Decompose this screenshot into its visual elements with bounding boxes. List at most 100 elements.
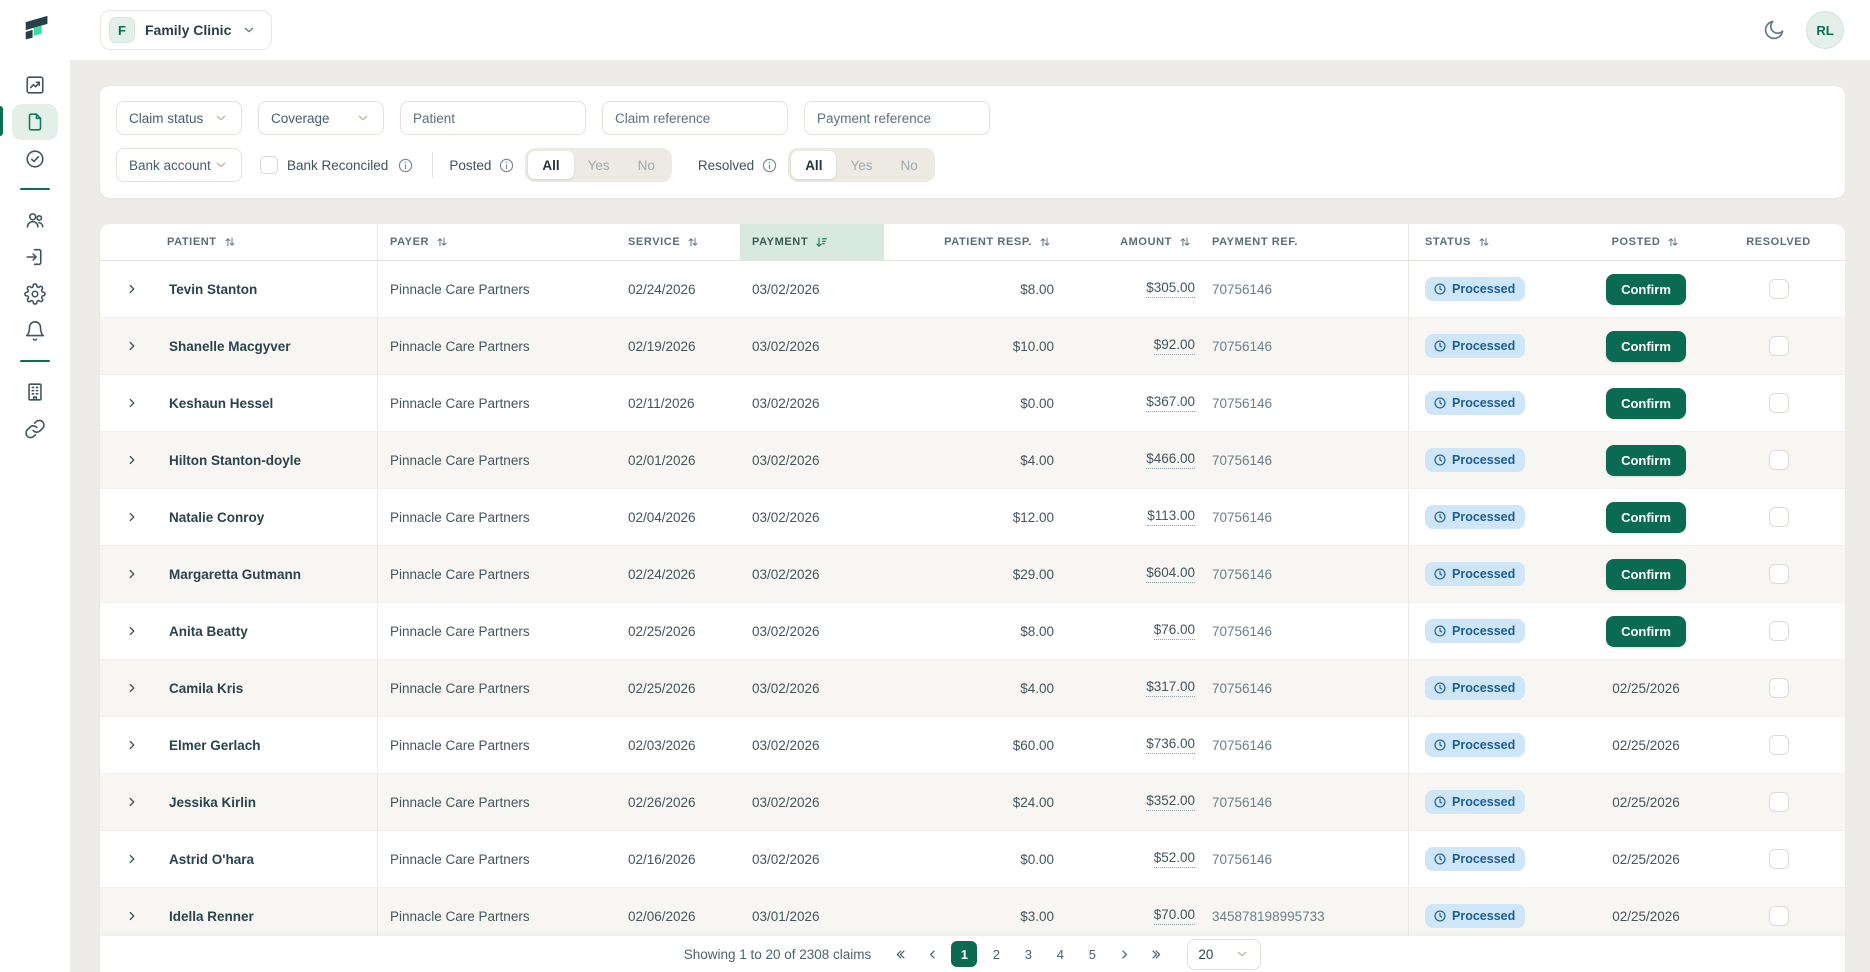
bank-account-select[interactable]: Bank account bbox=[116, 148, 242, 182]
row-expand-button[interactable] bbox=[119, 618, 145, 644]
row-expand-button[interactable] bbox=[119, 846, 145, 872]
chevron-right-icon bbox=[125, 396, 139, 410]
patient-name: Jessika Kirlin bbox=[169, 795, 256, 810]
posted-segment-option-yes[interactable]: Yes bbox=[574, 151, 624, 179]
column-header-payer[interactable]: PAYER bbox=[378, 224, 616, 260]
page-size-select[interactable]: 20 bbox=[1187, 939, 1261, 970]
chevron-down-icon bbox=[1234, 946, 1250, 962]
next-page-button[interactable] bbox=[1111, 941, 1137, 967]
resolved-checkbox[interactable] bbox=[1769, 279, 1789, 299]
posted-segment-option-no[interactable]: No bbox=[624, 151, 669, 179]
row-expand-button[interactable] bbox=[119, 390, 145, 416]
sidebar-item-settings[interactable] bbox=[0, 275, 70, 312]
payer-cell: Pinnacle Care Partners bbox=[378, 318, 616, 374]
service-date-cell: 02/25/2026 bbox=[616, 603, 740, 659]
resolved-checkbox[interactable] bbox=[1769, 393, 1789, 413]
chevron-right-icon bbox=[125, 510, 139, 524]
column-header-status[interactable]: STATUS bbox=[1408, 224, 1580, 260]
status-badge: Processed bbox=[1425, 619, 1525, 643]
resolved-checkbox[interactable] bbox=[1769, 849, 1789, 869]
resolved-checkbox[interactable] bbox=[1769, 735, 1789, 755]
resolved-checkbox[interactable] bbox=[1769, 792, 1789, 812]
posted-date: 02/25/2026 bbox=[1612, 795, 1680, 810]
row-expand-button[interactable] bbox=[119, 447, 145, 473]
resolved-segment: AllYesNo bbox=[788, 148, 935, 182]
sidebar-item-organization[interactable] bbox=[0, 373, 70, 410]
status-badge: Processed bbox=[1425, 676, 1525, 700]
organization-selector[interactable]: F Family Clinic bbox=[100, 10, 272, 50]
chevron-right-icon bbox=[125, 282, 139, 296]
claim-reference-input[interactable] bbox=[602, 101, 788, 135]
page-button-2[interactable]: 2 bbox=[983, 941, 1009, 967]
sidebar-item-analytics[interactable] bbox=[0, 66, 70, 103]
service-date-cell: 02/24/2026 bbox=[616, 261, 740, 317]
column-header-patient[interactable]: PATIENT bbox=[100, 224, 378, 260]
previous-page-button[interactable] bbox=[919, 941, 945, 967]
column-header-service[interactable]: SERVICE bbox=[616, 224, 740, 260]
patient-name: Elmer Gerlach bbox=[169, 738, 261, 753]
resolved-segment-option-all[interactable]: All bbox=[791, 151, 836, 179]
confirm-button[interactable]: Confirm bbox=[1606, 445, 1686, 476]
resolved-checkbox[interactable] bbox=[1769, 450, 1789, 470]
confirm-button[interactable]: Confirm bbox=[1606, 502, 1686, 533]
first-page-button[interactable] bbox=[887, 941, 913, 967]
sidebar-item-intake[interactable] bbox=[0, 238, 70, 275]
patient-name: Shanelle Macgyver bbox=[169, 339, 291, 354]
bank-reconciled-checkbox[interactable] bbox=[260, 156, 278, 174]
confirm-button[interactable]: Confirm bbox=[1606, 331, 1686, 362]
row-expand-button[interactable] bbox=[119, 903, 145, 929]
row-expand-button[interactable] bbox=[119, 732, 145, 758]
sidebar-item-integrations[interactable] bbox=[0, 410, 70, 447]
confirm-button[interactable]: Confirm bbox=[1606, 559, 1686, 590]
resolved-checkbox[interactable] bbox=[1769, 678, 1789, 698]
sidebar-item-patients[interactable] bbox=[0, 201, 70, 238]
resolved-segment-option-yes[interactable]: Yes bbox=[836, 151, 886, 179]
app-logo-icon bbox=[20, 13, 52, 45]
page-button-4[interactable]: 4 bbox=[1047, 941, 1073, 967]
column-header-posted[interactable]: POSTED bbox=[1580, 224, 1712, 260]
resolved-checkbox[interactable] bbox=[1769, 507, 1789, 527]
column-header-payment[interactable]: PAYMENT bbox=[740, 224, 884, 260]
service-date-cell: 02/04/2026 bbox=[616, 489, 740, 545]
resolved-checkbox[interactable] bbox=[1769, 564, 1789, 584]
confirm-button[interactable]: Confirm bbox=[1606, 388, 1686, 419]
patient-resp-cell: $8.00 bbox=[884, 261, 1060, 317]
column-header-amount[interactable]: AMOUNT bbox=[1060, 224, 1200, 260]
sort-icon bbox=[435, 235, 449, 249]
sidebar-item-approvals[interactable] bbox=[0, 140, 70, 177]
page-list: 12345 bbox=[951, 941, 1105, 967]
chevron-right-icon bbox=[1117, 947, 1132, 962]
posted-segment-option-all[interactable]: All bbox=[528, 151, 573, 179]
row-expand-button[interactable] bbox=[119, 276, 145, 302]
resolved-segment-option-no[interactable]: No bbox=[886, 151, 931, 179]
status-cell: Processed bbox=[1408, 717, 1580, 773]
last-page-button[interactable] bbox=[1143, 941, 1169, 967]
row-expand-button[interactable] bbox=[119, 675, 145, 701]
posted-date: 02/25/2026 bbox=[1612, 852, 1680, 867]
payment-reference-input[interactable] bbox=[804, 101, 990, 135]
coverage-select[interactable]: Coverage bbox=[258, 101, 384, 135]
payment-date-cell: 03/02/2026 bbox=[740, 831, 884, 887]
row-expand-button[interactable] bbox=[119, 561, 145, 587]
resolved-checkbox[interactable] bbox=[1769, 906, 1789, 926]
claim-status-select[interactable]: Claim status bbox=[116, 101, 242, 135]
resolved-checkbox[interactable] bbox=[1769, 621, 1789, 641]
row-expand-button[interactable] bbox=[119, 504, 145, 530]
column-header-patient-resp[interactable]: PATIENT RESP. bbox=[884, 224, 1060, 260]
dark-mode-toggle[interactable] bbox=[1762, 18, 1786, 42]
page-button-3[interactable]: 3 bbox=[1015, 941, 1041, 967]
row-expand-button[interactable] bbox=[119, 333, 145, 359]
patient-name: Camila Kris bbox=[169, 681, 243, 696]
sidebar-item-claims[interactable] bbox=[0, 103, 70, 140]
resolved-checkbox[interactable] bbox=[1769, 336, 1789, 356]
confirm-button[interactable]: Confirm bbox=[1606, 616, 1686, 647]
posted-cell: 02/25/2026 bbox=[1580, 717, 1712, 773]
patient-search-input[interactable] bbox=[400, 101, 586, 135]
user-avatar[interactable]: RL bbox=[1806, 11, 1844, 49]
sidebar-item-notifications[interactable] bbox=[0, 312, 70, 349]
page-button-5[interactable]: 5 bbox=[1079, 941, 1105, 967]
row-expand-button[interactable] bbox=[119, 789, 145, 815]
confirm-button[interactable]: Confirm bbox=[1606, 274, 1686, 305]
resolved-cell bbox=[1712, 603, 1845, 659]
page-button-1[interactable]: 1 bbox=[951, 941, 977, 967]
